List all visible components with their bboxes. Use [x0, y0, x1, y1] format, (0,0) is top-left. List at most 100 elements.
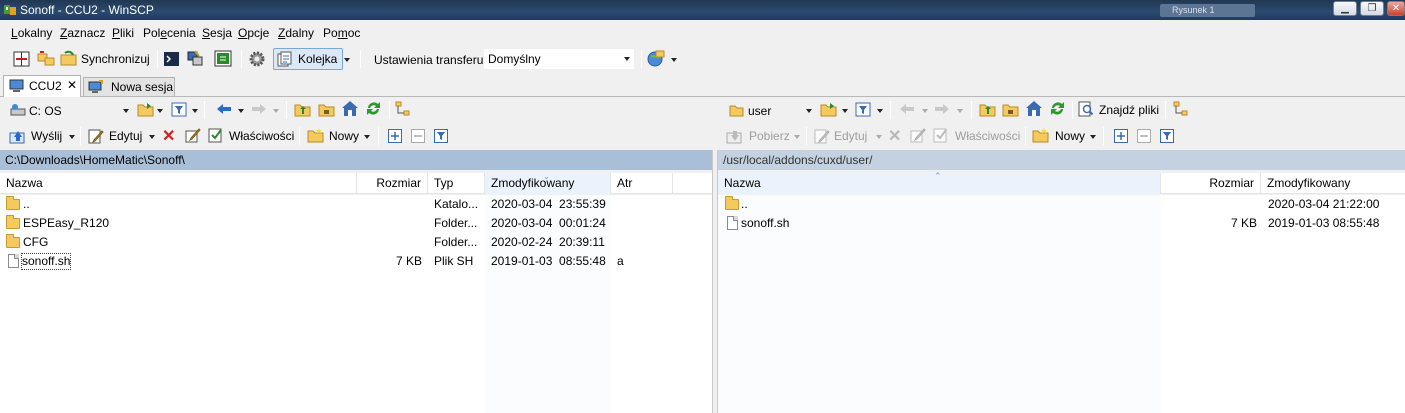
- unselect-minus-icon[interactable]: [1137, 129, 1151, 143]
- table-row[interactable]: sonoff.sh 7 KB 2019-01-03 08:55:48: [718, 214, 1405, 233]
- tab-ccu2[interactable]: CCU2 ✕: [3, 75, 81, 97]
- minimize-button[interactable]: ▁: [1333, 1, 1357, 16]
- forward-arrow-icon[interactable]: [251, 103, 267, 115]
- open-folder-icon[interactable]: [137, 102, 154, 117]
- chevron-down-icon[interactable]: [794, 135, 800, 139]
- menu-mark[interactable]: Zaznacz: [60, 26, 105, 40]
- select-plus-icon[interactable]: [388, 129, 402, 143]
- edit-icon[interactable]: [88, 128, 104, 144]
- right-col-size[interactable]: Rozmiar: [1161, 173, 1261, 194]
- back-arrow-icon[interactable]: [216, 103, 232, 115]
- chevron-down-icon[interactable]: [149, 135, 155, 139]
- table-row[interactable]: .. 2020-03-04 21:22:00: [718, 195, 1405, 214]
- tab-close-icon[interactable]: ✕: [67, 78, 77, 92]
- chevron-down-icon[interactable]: [157, 109, 163, 113]
- menu-commands[interactable]: Polecenia: [143, 26, 196, 40]
- download-button[interactable]: Pobierz: [749, 129, 790, 143]
- left-path-bar[interactable]: C:\Downloads\HomeMatic\Sonoff\: [0, 150, 712, 170]
- transfer-preset-select[interactable]: Domyślny: [484, 49, 634, 69]
- send-button[interactable]: Wyślij: [31, 129, 62, 143]
- delete-icon[interactable]: ✕: [162, 126, 175, 146]
- properties-icon[interactable]: [933, 127, 949, 143]
- close-button[interactable]: ✕: [1387, 1, 1405, 16]
- left-col-name[interactable]: Nazwa: [0, 173, 357, 194]
- new-folder-icon[interactable]: [1032, 128, 1049, 143]
- right-path-bar[interactable]: /usr/local/addons/cuxd/user/: [718, 150, 1405, 170]
- parent-directory-icon[interactable]: [294, 102, 311, 117]
- properties-button[interactable]: Właściwości: [229, 129, 294, 143]
- unselect-minus-icon[interactable]: [411, 129, 425, 143]
- filter-icon[interactable]: [171, 102, 187, 117]
- table-row[interactable]: ESPEasy_R120 Folder... 2020-03-04 00:01:…: [0, 214, 712, 233]
- queue-dropdown-arrow[interactable]: [344, 58, 350, 62]
- globe-dropdown-arrow[interactable]: [671, 58, 677, 62]
- filter-select-icon[interactable]: [1160, 129, 1174, 143]
- parent-directory-icon[interactable]: [979, 102, 996, 117]
- table-row[interactable]: .. Katalo... 2020-03-04 23:55:39: [0, 195, 712, 214]
- refresh-icon[interactable]: [365, 100, 382, 117]
- upload-icon[interactable]: [9, 128, 26, 144]
- menu-help[interactable]: Pomoc: [323, 26, 360, 40]
- synchronize-button[interactable]: Synchronizuj: [81, 52, 150, 66]
- edit-icon[interactable]: [814, 128, 830, 144]
- rename-icon[interactable]: [185, 127, 201, 143]
- chevron-down-icon[interactable]: [69, 135, 75, 139]
- chevron-down-icon[interactable]: [922, 109, 928, 113]
- left-col-type[interactable]: Typ: [428, 173, 485, 194]
- synchronize-browsing-icon[interactable]: [37, 50, 55, 67]
- properties-icon[interactable]: [208, 127, 224, 143]
- filter-icon[interactable]: [855, 102, 871, 117]
- left-col-attr[interactable]: Atr: [611, 173, 673, 194]
- root-directory-icon[interactable]: [1002, 102, 1019, 117]
- refresh-remote-icon[interactable]: [214, 50, 232, 67]
- back-arrow-icon[interactable]: [899, 103, 915, 115]
- compare-directories-icon[interactable]: [13, 51, 30, 67]
- menu-options[interactable]: Opcje: [238, 26, 269, 40]
- table-row[interactable]: sonoff.sh 7 KB Plik SH 2019-01-03 08:55:…: [0, 252, 712, 271]
- console-icon[interactable]: [163, 51, 180, 67]
- find-files-button[interactable]: Znajdź pliki: [1099, 103, 1159, 117]
- new-button[interactable]: Nowy: [1055, 129, 1085, 143]
- menu-local[interactable]: Lokalny: [11, 26, 52, 40]
- chevron-down-icon[interactable]: [877, 109, 883, 113]
- download-icon[interactable]: [726, 128, 743, 144]
- chevron-down-icon[interactable]: [876, 135, 882, 139]
- right-col-name[interactable]: Nazwa ⌃: [718, 171, 1161, 194]
- chevron-down-icon[interactable]: [957, 109, 963, 113]
- chevron-down-icon[interactable]: [364, 135, 370, 139]
- left-drive-select[interactable]: C: OS: [7, 100, 132, 120]
- new-button[interactable]: Nowy: [329, 129, 359, 143]
- chevron-down-icon[interactable]: [842, 109, 848, 113]
- rename-icon[interactable]: [910, 127, 926, 143]
- find-files-icon[interactable]: [1078, 101, 1094, 117]
- forward-arrow-icon[interactable]: [934, 103, 950, 115]
- home-icon[interactable]: [1025, 100, 1043, 117]
- tree-view-icon[interactable]: [1173, 101, 1189, 117]
- refresh-icon[interactable]: [1049, 100, 1066, 117]
- menu-files[interactable]: Pliki: [112, 26, 134, 40]
- right-col-modified[interactable]: Zmodyfikowany: [1261, 173, 1405, 194]
- menu-remote[interactable]: Zdalny: [278, 26, 314, 40]
- delete-icon[interactable]: ✕: [888, 126, 901, 146]
- chevron-down-icon[interactable]: [238, 109, 244, 113]
- tab-new-session[interactable]: Nowa sesja: [83, 77, 175, 96]
- tree-view-icon[interactable]: [395, 101, 411, 117]
- synchronize-icon[interactable]: [60, 50, 78, 67]
- root-directory-icon[interactable]: [318, 102, 335, 117]
- chevron-down-icon[interactable]: [192, 109, 198, 113]
- open-folder-icon[interactable]: [820, 102, 837, 117]
- putty-icon[interactable]: [186, 50, 203, 67]
- chevron-down-icon[interactable]: [273, 109, 279, 113]
- edit-button[interactable]: Edytuj: [109, 129, 142, 143]
- left-col-modified[interactable]: Zmodyfikowany ⌄: [485, 172, 611, 194]
- queue-button[interactable]: Kolejka: [273, 48, 343, 70]
- properties-button[interactable]: Właściwości: [955, 129, 1020, 143]
- transfer-settings-globe-icon[interactable]: [647, 50, 665, 67]
- home-icon[interactable]: [341, 100, 359, 117]
- right-directory-select[interactable]: user: [726, 100, 816, 120]
- left-col-size[interactable]: Rozmiar: [357, 173, 428, 194]
- table-row[interactable]: CFG Folder... 2020-02-24 20:39:11: [0, 233, 712, 252]
- menu-session[interactable]: Sesja: [202, 26, 232, 40]
- select-plus-icon[interactable]: [1114, 129, 1128, 143]
- new-folder-icon[interactable]: [307, 128, 324, 143]
